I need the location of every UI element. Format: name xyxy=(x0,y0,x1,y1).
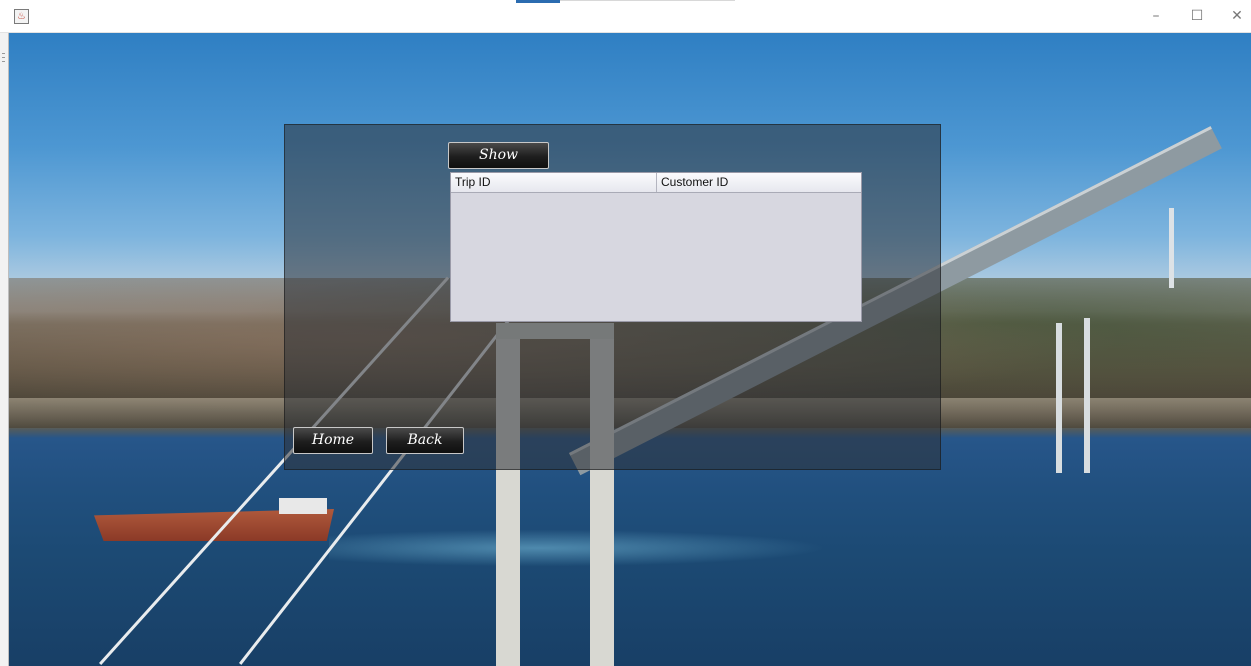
border-tick xyxy=(2,61,5,62)
bridge-tower-far xyxy=(1084,318,1090,473)
border-tick xyxy=(2,57,5,58)
ship-wake xyxy=(329,528,849,568)
title-bar: ♨ – ☐ ✕ xyxy=(0,0,1251,33)
back-button[interactable]: Back xyxy=(386,427,464,454)
column-header-customer-id[interactable]: Customer ID xyxy=(657,173,861,192)
java-icon[interactable]: ♨ xyxy=(14,9,29,24)
trips-table[interactable]: Trip ID Customer ID xyxy=(450,172,862,322)
border-tick xyxy=(2,53,5,54)
bridge-tower-far xyxy=(1056,323,1062,473)
home-button[interactable]: Home xyxy=(293,427,373,454)
close-button[interactable]: ✕ xyxy=(1222,6,1251,26)
column-header-trip-id[interactable]: Trip ID xyxy=(451,173,657,192)
show-button[interactable]: Show xyxy=(448,142,549,169)
window-left-border xyxy=(0,33,9,666)
minimize-button[interactable]: – xyxy=(1141,6,1171,26)
title-divider xyxy=(560,0,735,1)
tv-tower xyxy=(1169,208,1174,288)
table-header: Trip ID Customer ID xyxy=(451,173,861,193)
ship-bridge xyxy=(279,498,327,514)
maximize-button[interactable]: ☐ xyxy=(1182,6,1212,26)
title-accent xyxy=(516,0,560,3)
